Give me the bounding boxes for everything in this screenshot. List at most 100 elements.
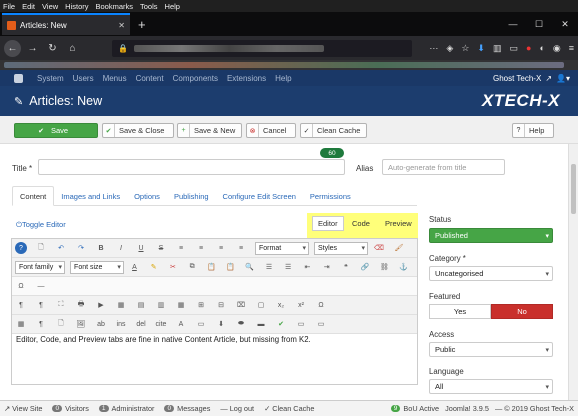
delete-table-icon[interactable]: ⌧: [235, 299, 247, 311]
tab-permissions[interactable]: Permissions: [303, 186, 358, 206]
styles-select[interactable]: Styles: [314, 241, 368, 255]
account-icon[interactable]: ◉: [553, 43, 561, 54]
new-tab-button[interactable]: +: [138, 17, 146, 32]
admin-menu-components[interactable]: Components: [173, 74, 218, 83]
save-button[interactable]: ✔ Save: [14, 123, 98, 138]
text-color-icon[interactable]: A: [129, 261, 140, 273]
site-link[interactable]: Ghost Tech-X ↗ 👤▾: [493, 74, 570, 83]
pilcrow-icon[interactable]: ¶: [35, 318, 47, 330]
tab-publishing[interactable]: Publishing: [167, 186, 216, 206]
extension-icon[interactable]: ◐: [539, 43, 544, 54]
language-select[interactable]: All ▾: [429, 379, 553, 394]
anchor-icon[interactable]: ⚓: [398, 261, 409, 273]
template-icon[interactable]: 🗋: [55, 318, 67, 330]
table-icon[interactable]: ▦: [115, 299, 127, 311]
forward-arrow-icon[interactable]: →: [24, 40, 41, 57]
attribute-icon[interactable]: A: [175, 318, 187, 330]
access-select[interactable]: Public ▾: [429, 342, 553, 357]
sidebar-icon[interactable]: ▭: [509, 43, 518, 54]
editor-tab-preview[interactable]: Preview: [385, 219, 412, 228]
save-new-button[interactable]: + Save & New: [177, 123, 242, 138]
tab-images-links[interactable]: Images and Links: [54, 186, 127, 206]
column-icon[interactable]: ▥: [155, 299, 167, 311]
show-blocks-icon[interactable]: ▦: [15, 318, 27, 330]
maximize-button[interactable]: ☐: [526, 19, 552, 30]
font-family-select[interactable]: Font family: [15, 260, 66, 274]
visual-aid-icon[interactable]: ▢: [255, 299, 267, 311]
outdent-icon[interactable]: ⇤: [302, 261, 313, 273]
search-replace-icon[interactable]: 🔍: [244, 261, 255, 273]
menu-edit[interactable]: Edit: [22, 2, 35, 11]
category-select[interactable]: Uncategorised ▾: [429, 266, 553, 281]
bookmark-star-icon[interactable]: ☆: [461, 43, 469, 54]
adblock-icon[interactable]: ●: [526, 43, 531, 54]
cite-icon[interactable]: cite: [155, 318, 167, 330]
ins-icon[interactable]: ins: [115, 318, 127, 330]
help-circle-icon[interactable]: ?: [15, 242, 27, 254]
reload-icon[interactable]: ↻: [44, 40, 61, 57]
page-scrollbar[interactable]: [568, 144, 578, 400]
admin-menu-users[interactable]: Users: [73, 74, 94, 83]
print-icon[interactable]: 🖶: [75, 299, 87, 311]
home-icon[interactable]: ⌂: [64, 40, 81, 57]
administrator-link[interactable]: 1 Administrator: [98, 404, 154, 413]
visitors-link[interactable]: 0 Visitors: [52, 404, 89, 413]
menu-history[interactable]: History: [65, 2, 88, 11]
menu-file[interactable]: File: [3, 2, 15, 11]
admin-menu-system[interactable]: System: [37, 74, 64, 83]
align-justify-icon[interactable]: ≡: [235, 242, 247, 254]
alias-input[interactable]: Auto-generate from title: [382, 159, 505, 175]
help-button[interactable]: ? Help: [512, 123, 554, 138]
rtl-icon[interactable]: ¶: [35, 299, 47, 311]
nonbreaking-icon[interactable]: ▭: [195, 318, 207, 330]
menu-bookmarks[interactable]: Bookmarks: [96, 2, 134, 11]
format-select[interactable]: Format: [255, 241, 309, 255]
clean-cache-button[interactable]: ✓ Clean Cache: [300, 123, 367, 138]
media-icon[interactable]: ▶: [95, 299, 107, 311]
undo-icon[interactable]: ↶: [55, 242, 67, 254]
underline-icon[interactable]: U: [135, 242, 147, 254]
save-close-button[interactable]: ✔ Save & Close: [102, 123, 174, 138]
ltr-icon[interactable]: ¶: [15, 299, 27, 311]
unlink-icon[interactable]: ⛓: [379, 261, 390, 273]
horizontal-rule-icon[interactable]: —: [35, 280, 47, 292]
title-input[interactable]: [38, 159, 345, 175]
clean-cache-link[interactable]: ✓ Clean Cache: [264, 404, 314, 413]
featured-no-button[interactable]: No: [491, 304, 553, 319]
indent-icon[interactable]: ⇥: [321, 261, 332, 273]
eraser-icon[interactable]: ⌫: [373, 242, 385, 254]
hr-icon[interactable]: ▬: [255, 318, 267, 330]
highlight-color-icon[interactable]: ✎: [148, 261, 159, 273]
cell-icon[interactable]: ▦: [175, 299, 187, 311]
joomla-logo-icon[interactable]: [14, 73, 23, 83]
superscript-icon[interactable]: x²: [295, 299, 307, 311]
new-document-icon[interactable]: 🗋: [35, 242, 47, 254]
abbr-icon[interactable]: ab: [95, 318, 107, 330]
minimize-button[interactable]: —: [500, 19, 526, 30]
readmore-icon[interactable]: ⬬: [235, 318, 247, 330]
url-field[interactable]: 🔒: [112, 39, 412, 57]
close-window-button[interactable]: ✕: [552, 19, 578, 30]
copy-icon[interactable]: ⧉: [186, 261, 197, 273]
more-icon[interactable]: ···: [429, 43, 438, 54]
paste-icon[interactable]: 📋: [206, 261, 217, 273]
del-icon[interactable]: del: [135, 318, 147, 330]
menu-hamburger-icon[interactable]: ≡: [569, 43, 574, 54]
bou-active[interactable]: 9 BoU Active: [390, 404, 439, 413]
editor-content[interactable]: Editor, Code, and Preview tabs are fine …: [16, 335, 311, 344]
font-size-select[interactable]: Font size: [70, 260, 124, 274]
admin-menu-extensions[interactable]: Extensions: [227, 74, 266, 83]
admin-menu-content[interactable]: Content: [136, 74, 164, 83]
user-icon[interactable]: 👤▾: [556, 74, 570, 83]
image-icon[interactable]: 🖼: [75, 318, 87, 330]
featured-yes-button[interactable]: Yes: [429, 304, 491, 319]
align-center-icon[interactable]: ≡: [195, 242, 207, 254]
status-select[interactable]: Published ▾: [429, 228, 553, 243]
download-icon[interactable]: ⬇: [477, 43, 485, 54]
strikethrough-icon[interactable]: S: [155, 242, 167, 254]
toggle-icon[interactable]: ▭: [315, 318, 327, 330]
view-site-link[interactable]: ↗ View Site: [4, 404, 42, 413]
bold-icon[interactable]: B: [95, 242, 107, 254]
back-arrow-icon[interactable]: ←: [4, 39, 21, 57]
fullscreen-icon[interactable]: ⛶: [55, 299, 67, 311]
